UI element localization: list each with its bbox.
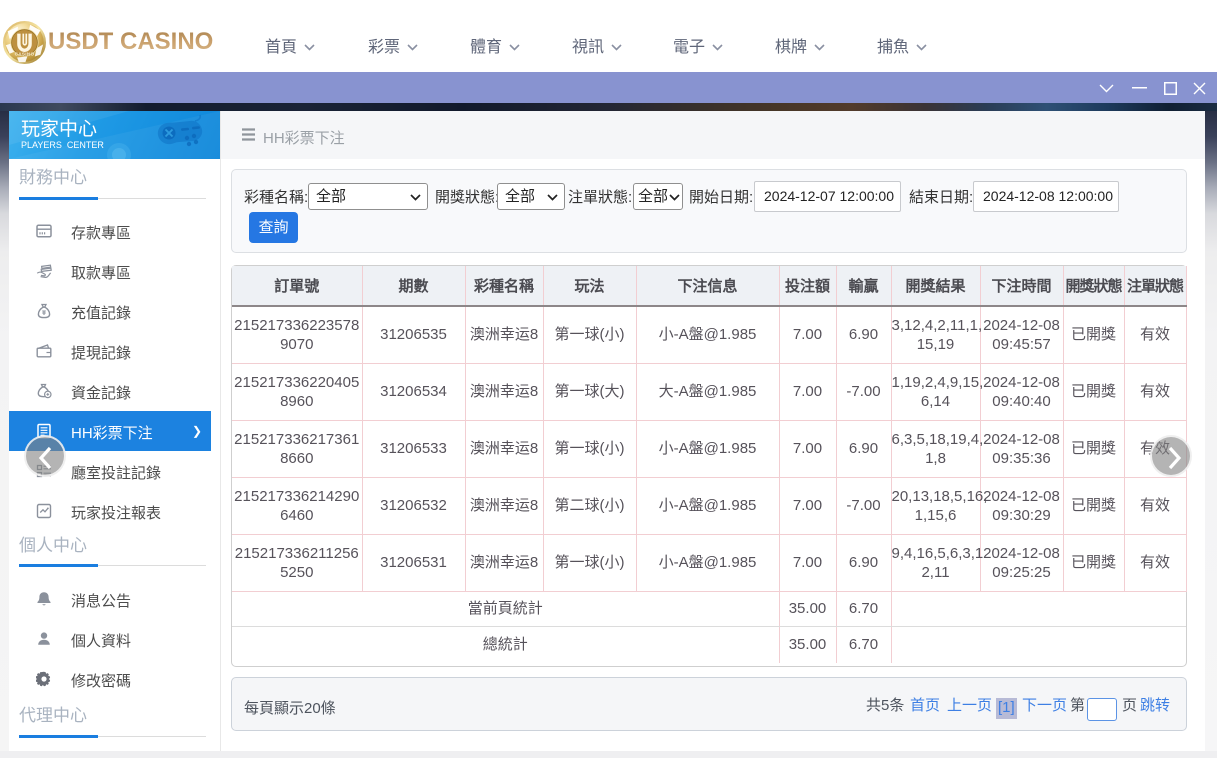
svg-text:CASINO: CASINO [15,52,35,57]
